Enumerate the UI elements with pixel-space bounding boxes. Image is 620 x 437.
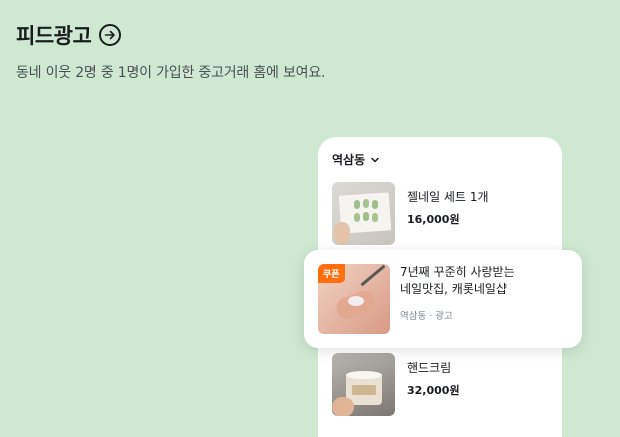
item-price: 16,000원 (407, 213, 460, 226)
page-title: 피드광고 (16, 24, 92, 48)
chevron-down-icon (371, 157, 379, 162)
feed-ad-card[interactable]: 쿠폰 7년째 꾸준히 사랑받는 네일맛집, 캐롯네일샵 역삼동 · 광고 (304, 250, 582, 348)
page-subtitle: 동네 이웃 2명 중 1명이 가입한 중고거래 홈에 보여요. (16, 65, 326, 81)
location-selector[interactable]: 역삼동 (332, 151, 381, 168)
ad-thumbnail: 쿠폰 (318, 264, 390, 334)
item-title: 젤네일 세트 1개 (407, 190, 489, 204)
coupon-badge: 쿠폰 (318, 264, 345, 283)
ad-meta: 역삼동 · 광고 (400, 311, 453, 322)
list-item[interactable]: 젤네일 세트 1개 16,000원 (332, 182, 489, 245)
page-title-row: 피드광고 (16, 20, 122, 50)
product-thumbnail (332, 353, 395, 416)
item-price: 32,000원 (407, 384, 460, 397)
list-item[interactable]: 핸드크림 32,000원 (332, 353, 460, 416)
product-thumbnail (332, 182, 395, 245)
arrow-right-icon[interactable] (99, 24, 122, 46)
item-title: 핸드크림 (407, 361, 452, 375)
location-label: 역삼동 (332, 153, 366, 167)
ad-title: 7년째 꾸준히 사랑받는 네일맛집, 캐롯네일샵 (400, 265, 515, 296)
